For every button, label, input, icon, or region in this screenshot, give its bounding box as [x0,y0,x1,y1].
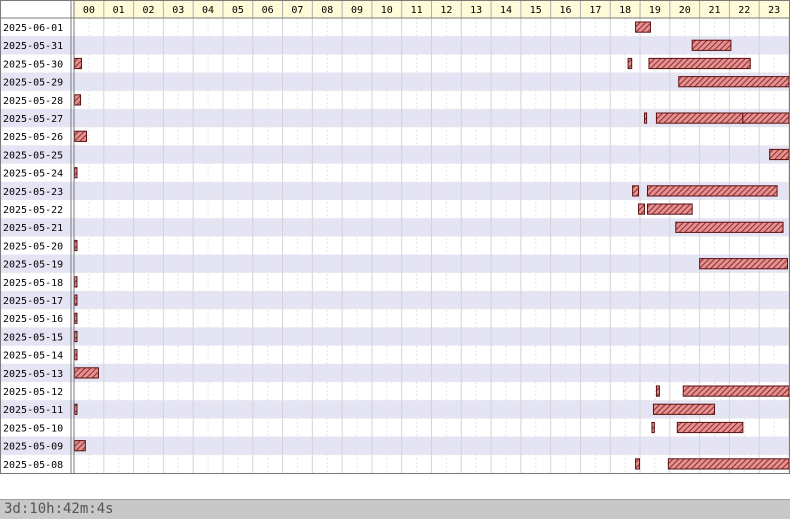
activity-bar [742,112,790,124]
activity-bar [646,185,778,197]
date-label: 2025-05-30 [3,59,63,70]
activity-bar [74,130,88,142]
gantt-chart: 00 01 02 03 04 05 06 07 08 09 10 11 12 13 14 15 16 17 18 19… [0,0,790,474]
date-label: 2025-05-13 [3,369,63,380]
activity-bar [651,421,655,434]
hour-tick-label: 10 [381,5,393,16]
date-label: 2025-05-26 [3,132,63,143]
activity-bar [699,258,789,270]
activity-bar [678,76,790,88]
date-label: 2025-05-17 [3,296,63,307]
date-label: 2025-05-14 [3,351,63,362]
activity-bar [646,203,693,215]
activity-bar [74,349,78,361]
activity-bar [638,203,646,215]
date-label: 2025-05-31 [3,41,63,52]
hour-tick-label: 23 [768,5,780,16]
hour-tick-label: 11 [411,5,423,16]
date-label: 2025-05-24 [3,169,63,180]
hour-tick-label: 07 [291,5,303,16]
activity-bar [74,294,78,306]
hour-tick-label: 17 [589,5,601,16]
total-duration: 3d:10h:42m:4s [0,499,790,519]
hour-tick-label: 19 [649,5,661,16]
date-label: 2025-05-25 [3,150,63,161]
date-label: 2025-05-18 [3,278,63,289]
activity-bar [635,458,640,470]
date-label: 2025-05-08 [3,460,63,471]
hour-tick-label: 00 [83,5,95,16]
activity-bar [655,112,744,124]
hour-tick-label: 15 [530,5,542,16]
hour-tick-label: 16 [560,5,572,16]
hour-tick-label: 06 [262,5,274,16]
date-label: 2025-06-01 [3,23,63,34]
activity-bar [74,167,78,179]
date-label: 2025-05-15 [3,332,63,343]
date-label: 2025-05-22 [3,205,63,216]
date-label: 2025-05-23 [3,187,63,198]
activity-bar [74,330,78,343]
header-corner [0,0,74,18]
activity-bar [74,57,82,70]
hour-tick-label: 14 [500,5,512,16]
activity-bar [635,21,651,33]
hour-tick-label: 09 [351,5,363,16]
activity-bar [769,148,790,161]
activity-bar [667,458,790,470]
hour-tick-label: 21 [708,5,720,16]
hour-tick-label: 18 [619,5,631,16]
activity-bar [691,39,732,51]
activity-bar [74,367,99,379]
activity-bar [632,185,640,197]
activity-bar [644,112,648,124]
hour-tick-label: 08 [321,5,333,16]
hour-tick-label: 05 [232,5,244,16]
date-label: 2025-05-19 [3,260,63,271]
hour-tick-label: 13 [470,5,482,16]
date-label: 2025-05-20 [3,241,63,252]
activity-bar [682,385,790,397]
date-label: 2025-05-27 [3,114,63,125]
hour-tick-label: 04 [202,5,214,16]
activity-bar [74,440,86,452]
hour-tick-label: 12 [440,5,452,16]
activity-bar [74,403,78,415]
date-label: 2025-05-09 [3,442,63,453]
date-label: 2025-05-16 [3,314,63,325]
activity-bar [652,403,716,415]
hour-tick-label: 20 [679,5,691,16]
hour-tick-label: 22 [738,5,750,16]
activity-bar [648,57,751,70]
date-label: 2025-05-21 [3,223,63,234]
activity-bar [675,221,784,233]
activity-bar [655,385,660,397]
hour-tick-label: 01 [113,5,125,16]
hour-tick-label: 03 [172,5,184,16]
hour-tick-label: 02 [142,5,154,16]
hour-header: 00 01 02 03 04 05 06 07 08 09 10 11 12 13 14 15 16 17 18 19… [0,0,789,18]
date-label: 2025-05-12 [3,387,63,398]
activity-bar [74,312,78,324]
date-label: 2025-05-10 [3,423,63,434]
date-label: 2025-05-11 [3,405,63,416]
activity-bar [676,421,744,434]
date-label: 2025-05-29 [3,78,63,89]
activity-bar [74,276,78,288]
activity-bar [627,57,633,70]
activity-bar [74,239,78,252]
date-label: 2025-05-28 [3,96,63,107]
activity-bar [74,94,82,106]
